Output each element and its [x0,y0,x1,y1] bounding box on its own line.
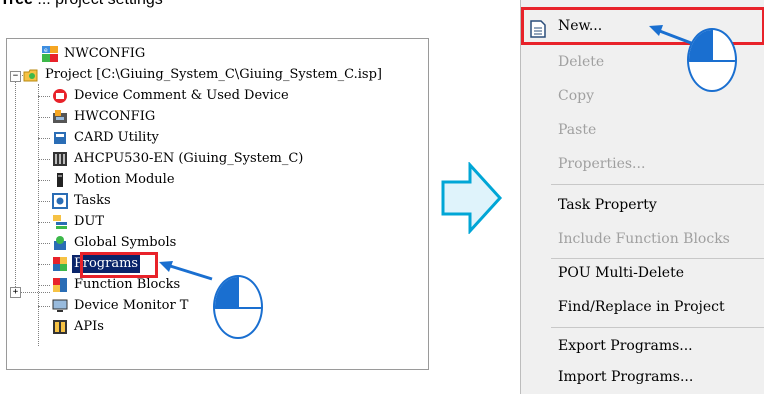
svg-text:e: e [44,47,48,54]
tree-item-apis[interactable]: APIs [52,318,106,336]
device-monitor-icon [52,298,68,314]
heading-rest: ... project settings [33,0,162,8]
tree-item-hwconfig[interactable]: HWCONFIG [52,108,157,126]
mouse-left-click-icon [687,28,737,92]
tree-connector [38,243,50,244]
function-blocks-icon [52,277,68,293]
dut-icon [52,214,68,230]
card-icon [52,130,68,146]
menu-separator [551,184,764,185]
heading-bold: Tree [0,0,33,8]
tree-item-label: HWCONFIG [74,109,156,124]
tree-connector [21,292,50,293]
tree-item-label: Global Symbols [74,235,177,250]
project-tree-panel: − + e NWCONFIG Project [C:\Giuing_System… [6,38,429,370]
tree-connector [38,222,50,223]
hwconfig-icon [52,109,68,125]
programs-icon [52,256,68,272]
tree-connector [38,201,50,202]
tree-connector [15,80,16,289]
menu-item-label: New... [558,18,603,34]
tree-item-nwconfig[interactable]: e NWCONFIG [42,45,147,63]
tree-item-global-symbols[interactable]: Global Symbols [52,234,178,252]
tree-item-tasks[interactable]: Tasks [52,192,113,210]
tree-item-dut[interactable]: DUT [52,213,106,231]
tree-item-cpu[interactable]: AHCPU530-EN (Giuing_System_C) [52,150,305,168]
menu-item-export-programs[interactable]: Export Programs... [521,330,764,363]
programs-highlight-box [80,252,158,278]
motion-icon [52,172,68,188]
collapse-project-toggle[interactable]: − [10,71,21,82]
tree-item-label: Motion Module [74,172,175,187]
menu-item-import-programs[interactable]: Import Programs... [521,361,764,394]
menu-item-label: Include Function Blocks [558,231,730,247]
expand-apis-toggle[interactable]: + [10,287,21,298]
menu-item-label: Find/Replace in Project [558,299,725,315]
tree-item-device-comment[interactable]: Device Comment & Used Device [52,87,291,105]
tree-item-device-monitor[interactable]: Device Monitor T [52,297,190,315]
menu-item-label: POU Multi-Delete [558,265,684,281]
tree-connector [38,264,50,265]
right-arrow-icon [441,162,503,234]
tree-item-project[interactable]: Project [C:\Giuing_System_C\Giuing_Syste… [23,66,384,84]
device-comment-icon [52,88,68,104]
tree-item-card-utility[interactable]: CARD Utility [52,129,161,147]
menu-separator [551,327,764,328]
menu-item-find-replace[interactable]: Find/Replace in Project [521,291,764,324]
global-symbols-icon [52,235,68,251]
menu-item-label: Paste [558,122,597,138]
menu-item-paste[interactable]: Paste [521,114,764,147]
menu-item-label: Copy [558,88,595,104]
menu-item-include-function-blocks[interactable]: Include Function Blocks [521,223,764,256]
tree-item-label: DUT [74,214,105,229]
tree-item-motion-module[interactable]: Motion Module [52,171,177,189]
menu-item-label: Task Property [558,197,657,213]
tree-connector [38,306,50,307]
menu-item-pou-multi-delete[interactable]: POU Multi-Delete [521,257,764,290]
cpu-icon [52,151,68,167]
pointer-arrow-icon [159,261,213,281]
menu-item-label: Delete [558,54,605,70]
tree-item-label: APIs [74,319,104,334]
context-menu: New... Delete Copy Paste Properties... T… [520,0,764,394]
tree-connector [38,117,50,118]
nwconfig-icon: e [42,46,58,62]
tree-item-label: NWCONFIG [64,46,146,61]
menu-item-properties[interactable]: Properties... [521,148,764,181]
menu-item-label: Properties... [558,156,646,172]
tree-item-label: AHCPU530-EN (Giuing_System_C) [74,151,304,166]
project-folder-icon [23,67,39,83]
tree-connector [38,138,50,139]
menu-item-label: Import Programs... [558,369,694,385]
menu-item-label: Export Programs... [558,338,693,354]
tree-connector [38,285,50,286]
tasks-icon [52,193,68,209]
tree-connector [38,180,50,181]
tree-item-label: Device Comment & Used Device [74,88,289,103]
menu-item-task-property[interactable]: Task Property [521,189,764,222]
cropped-heading: Tree ... project settings [0,0,163,9]
tree-item-label: CARD Utility [74,130,159,145]
tree-connector [38,96,50,97]
mouse-left-click-icon [213,275,263,339]
tree-item-label: Device Monitor T [74,298,189,313]
tree-connector [38,159,50,160]
apis-icon [52,319,68,335]
tree-item-label: Project [C:\Giuing_System_C\Giuing_Syste… [45,67,382,82]
tree-item-label: Tasks [74,193,111,208]
